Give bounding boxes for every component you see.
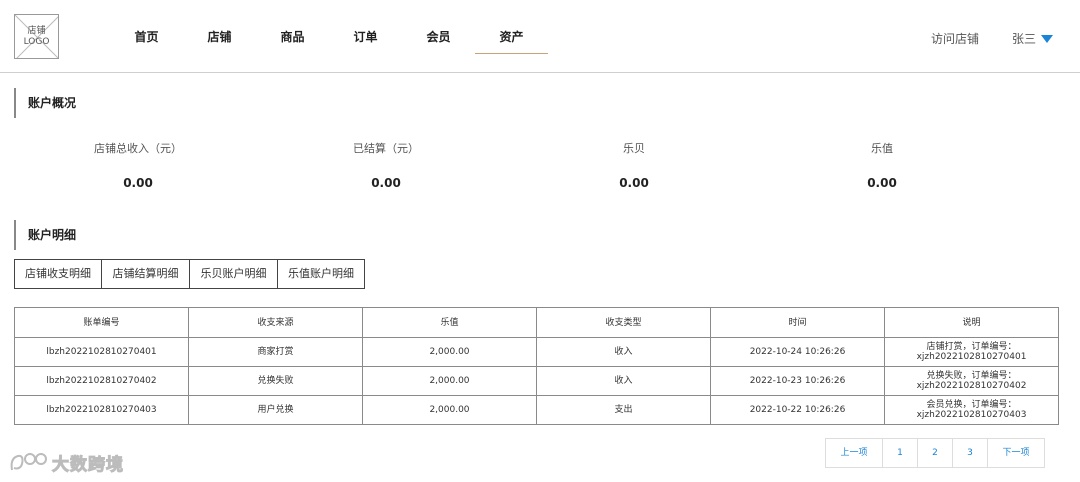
type-cell: 收入 bbox=[536, 366, 711, 396]
type-cell: 支出 bbox=[536, 395, 711, 425]
bill-number-cell: lbzh2022102810270401 bbox=[14, 337, 189, 367]
visit-store-link[interactable]: 访问店铺 bbox=[931, 30, 979, 47]
time-cell: 2022-10-23 10:26:26 bbox=[710, 366, 885, 396]
top-header: 店铺 LOGO 首页 店铺 商品 订单 会员 资产 访问店铺 张三 bbox=[0, 0, 1080, 73]
stat-label: 乐贝 bbox=[623, 142, 645, 155]
pagination: 上一项 1 2 3 下一项 bbox=[825, 438, 1045, 468]
stat-label: 已结算（元） bbox=[353, 142, 419, 155]
note-cell: 兑换失败，订单编号： xjzh2022102810270402 bbox=[884, 366, 1059, 396]
page-button-2[interactable]: 2 bbox=[917, 438, 953, 468]
amount-cell: 2,000.00 bbox=[362, 395, 537, 425]
caret-down-icon bbox=[1041, 34, 1054, 43]
prev-page-button[interactable]: 上一项 bbox=[825, 438, 883, 468]
watermark: 大数跨境 bbox=[8, 448, 124, 476]
store-logo[interactable]: 店铺 LOGO bbox=[14, 14, 59, 59]
type-cell: 收入 bbox=[536, 337, 711, 367]
column-header: 收支类型 bbox=[536, 307, 711, 338]
details-title: 账户明细 bbox=[14, 220, 76, 250]
stat-value: 0.00 bbox=[619, 176, 649, 190]
amount-cell: 2,000.00 bbox=[362, 366, 537, 396]
tab-store-income[interactable]: 店铺收支明细 bbox=[14, 259, 102, 289]
source-cell: 用户兑换 bbox=[188, 395, 363, 425]
table-header-row: 账单编号 收支来源 乐值 收支类型 时间 说明 bbox=[14, 307, 1059, 338]
column-header: 账单编号 bbox=[14, 307, 189, 338]
nav-item-assets[interactable]: 资产 bbox=[475, 22, 548, 54]
nav-item-products[interactable]: 商品 bbox=[256, 22, 329, 54]
nav-item-store[interactable]: 店铺 bbox=[183, 22, 256, 54]
nav-item-members[interactable]: 会员 bbox=[402, 22, 475, 54]
watermark-logo-icon bbox=[10, 453, 47, 471]
user-menu[interactable]: 张三 bbox=[1012, 30, 1054, 47]
next-page-button[interactable]: 下一项 bbox=[987, 438, 1045, 468]
time-cell: 2022-10-22 10:26:26 bbox=[710, 395, 885, 425]
page-button-1[interactable]: 1 bbox=[882, 438, 918, 468]
bill-number-cell: lbzh2022102810270402 bbox=[14, 366, 189, 396]
stat-value: 0.00 bbox=[867, 176, 897, 190]
tab-lebei-account[interactable]: 乐贝账户明细 bbox=[189, 259, 278, 289]
column-header: 收支来源 bbox=[188, 307, 363, 338]
stat-label: 店铺总收入（元） bbox=[94, 142, 182, 155]
watermark-text: 大数跨境 bbox=[52, 454, 124, 475]
tab-store-settlement[interactable]: 店铺结算明细 bbox=[101, 259, 190, 289]
source-cell: 商家打赏 bbox=[188, 337, 363, 367]
user-name: 张三 bbox=[1012, 32, 1037, 46]
table-row: lbzh2022102810270402 兑换失败 2,000.00 收入 20… bbox=[14, 366, 1059, 396]
note-cell: 会员兑换，订单编号： xjzh2022102810270403 bbox=[884, 395, 1059, 425]
table-row: lbzh2022102810270401 商家打赏 2,000.00 收入 20… bbox=[14, 337, 1059, 367]
time-cell: 2022-10-24 10:26:26 bbox=[710, 337, 885, 367]
amount-cell: 2,000.00 bbox=[362, 337, 537, 367]
tab-lezhi-account[interactable]: 乐值账户明细 bbox=[277, 259, 365, 289]
column-header: 时间 bbox=[710, 307, 885, 338]
logo-text: 店铺 LOGO bbox=[23, 26, 50, 47]
main-nav: 首页 店铺 商品 订单 会员 资产 bbox=[110, 22, 548, 54]
overview-title: 账户概况 bbox=[14, 88, 76, 118]
column-header: 乐值 bbox=[362, 307, 537, 338]
stat-value: 0.00 bbox=[371, 176, 401, 190]
source-cell: 兑换失败 bbox=[188, 366, 363, 396]
note-cell: 店铺打赏，订单编号： xjzh2022102810270401 bbox=[884, 337, 1059, 367]
page-button-3[interactable]: 3 bbox=[952, 438, 988, 468]
details-table: 账单编号 收支来源 乐值 收支类型 时间 说明 lbzh202210281027… bbox=[14, 307, 1059, 425]
nav-item-home[interactable]: 首页 bbox=[110, 22, 183, 54]
nav-item-orders[interactable]: 订单 bbox=[329, 22, 402, 54]
bill-number-cell: lbzh2022102810270403 bbox=[14, 395, 189, 425]
table-row: lbzh2022102810270403 用户兑换 2,000.00 支出 20… bbox=[14, 395, 1059, 425]
detail-tabs: 店铺收支明细 店铺结算明细 乐贝账户明细 乐值账户明细 bbox=[14, 259, 365, 289]
column-header: 说明 bbox=[884, 307, 1059, 338]
stat-label: 乐值 bbox=[871, 142, 893, 155]
stat-value: 0.00 bbox=[123, 176, 153, 190]
